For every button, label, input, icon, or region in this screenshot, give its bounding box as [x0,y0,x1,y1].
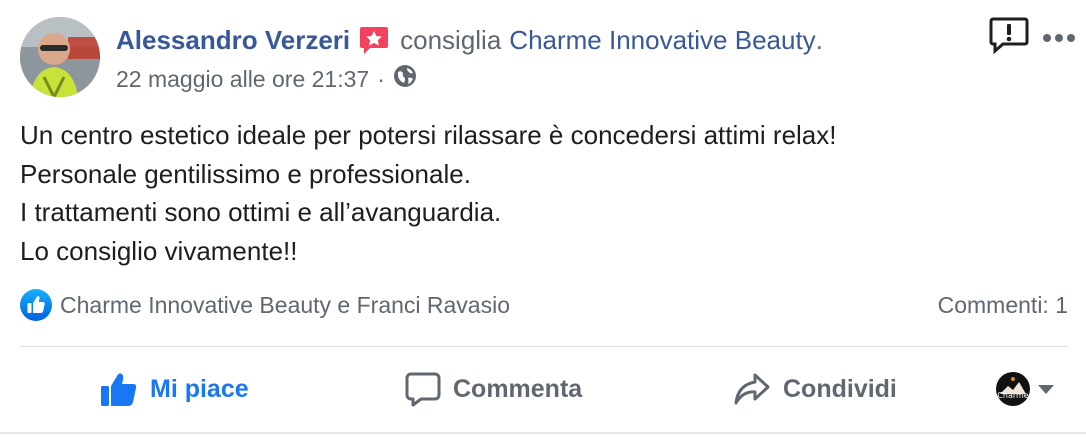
reactions-summary[interactable]: Charme Innovative Beauty e Franci Ravasi… [20,289,510,321]
page-avatar: Charme [996,372,1030,406]
post-text-line: I trattamenti sono ottimi e all’avanguar… [20,197,502,227]
more-options-icon[interactable] [1042,30,1076,42]
action-bar: Mi piace Commenta Condividi Charme [20,360,1068,420]
chevron-down-icon [1038,384,1054,394]
post-bottom-border [0,432,1086,434]
post-meta: 22 maggio alle ore 21:37 · [116,64,417,94]
globe-icon[interactable] [393,64,417,94]
comment-label: Commenta [453,374,583,403]
post-text-line: Personale gentilissimo e professionale. [20,158,471,189]
action-text: consiglia [400,24,502,55]
author-avatar[interactable] [20,17,100,97]
post-body: Un centro estetico ideale per potersi ri… [20,116,837,270]
like-icon [20,289,52,321]
page-identity-selector[interactable]: Charme [996,372,1054,406]
reactor-names[interactable]: Charme Innovative Beauty e Franci Ravasi… [60,292,510,319]
action-bar-divider [20,346,1068,347]
meta-separator: · [377,65,385,92]
page-suffix: . [815,24,823,55]
share-button[interactable]: Condividi [733,360,897,418]
like-label: Mi piace [150,374,249,403]
post-timestamp[interactable]: 22 maggio alle ore 21:37 [116,66,369,93]
author-name[interactable]: Alessandro Verzeri [116,25,350,56]
share-label: Condividi [783,374,897,403]
recommended-page-link[interactable]: Charme Innovative Beauty [509,25,815,56]
comment-button[interactable]: Commenta [405,360,582,418]
post-text-line: Un centro estetico ideale per potersi ri… [20,120,837,150]
thumbs-up-icon [101,373,137,406]
comments-count[interactable]: Commenti: 1 [938,292,1068,319]
comment-icon [405,372,441,407]
like-button[interactable]: Mi piace [100,360,249,418]
post-header: Alessandro Verzeri consiglia Charme Inno… [116,22,823,58]
recommendation-star-icon [358,24,390,56]
page-avatar-text: Charme [997,391,1029,400]
report-icon[interactable] [989,16,1029,55]
share-icon [734,373,770,405]
post-text-line: Lo consiglio vivamente!! [20,235,298,266]
